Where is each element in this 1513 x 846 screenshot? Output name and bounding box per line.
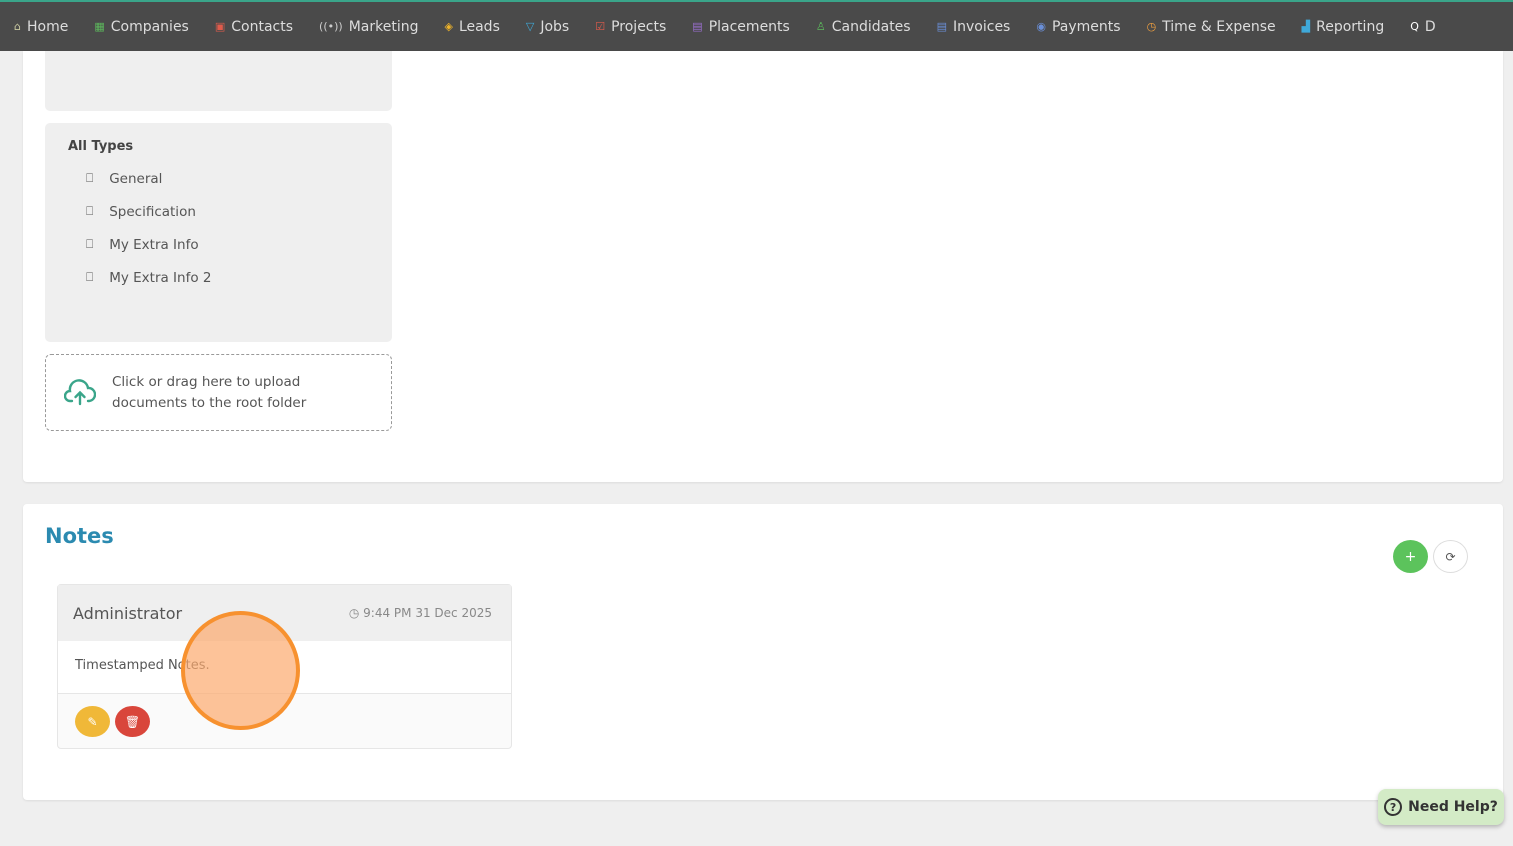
note-time-text: 9:44 PM 31 Dec 2025 <box>363 606 492 620</box>
nav-item-reporting[interactable]: ▟ Reporting <box>1302 19 1385 35</box>
nav-label: Invoices <box>953 18 1011 35</box>
nav-item-contacts[interactable]: ▣ Contacts <box>215 19 293 35</box>
clock-icon: ◷ <box>1146 20 1157 33</box>
documents-panel: All Types ⎕ General ⎕ Specification ⎕ My Extr… <box>23 51 1503 482</box>
nav-label: Companies <box>110 18 189 35</box>
pencil-icon: ✎ <box>87 714 98 729</box>
document-type-label: General <box>109 170 163 187</box>
nav-item-invoices[interactable]: ▤ Invoices <box>937 19 1011 35</box>
top-nav: ⌂ Home ▦ Companies ▣ Contacts ((•)) Marketing ◈ L… <box>0 0 1513 51</box>
coins-icon: ◉ <box>1036 20 1046 33</box>
notes-panel: Notes + ⟳ Administrator ◷ 9:44 PM 31 Dec… <box>23 504 1503 800</box>
nav-item-payments[interactable]: ◉ Payments <box>1036 19 1120 35</box>
nav-item-home[interactable]: ⌂ Home <box>14 19 68 35</box>
bar-chart-icon: ▟ <box>1301 20 1311 33</box>
document-type-label: My Extra Info <box>109 236 199 253</box>
document-type-item[interactable]: ⎕ My Extra Info <box>68 228 369 261</box>
need-help-button[interactable]: ? Need Help? <box>1378 789 1504 825</box>
upload-dropzone[interactable]: Click or drag here to upload documents t… <box>45 354 392 431</box>
trophy-icon: ▽ <box>525 20 535 33</box>
nav-label: Leads <box>458 18 500 35</box>
need-help-label: Need Help? <box>1408 799 1498 815</box>
trash-icon: 🗑 <box>124 714 141 729</box>
folder-icon: ⎕ <box>86 204 94 218</box>
folder-tree-panel <box>45 51 392 111</box>
nav-label: Placements <box>708 18 790 35</box>
cloud-upload-icon <box>64 378 96 405</box>
nav-label: Candidates <box>831 18 911 35</box>
nav-label: Time & Expense <box>1162 18 1276 35</box>
broadcast-icon: ((•)) <box>319 20 343 33</box>
nav-item-candidates[interactable]: ♙ Candidates <box>816 19 911 35</box>
nav-label: D <box>1424 18 1436 35</box>
document-type-label: Specification <box>109 203 196 220</box>
home-icon: ⌂ <box>14 20 21 33</box>
search-icon: Q <box>1410 20 1419 33</box>
contact-card-icon: ▣ <box>214 20 226 33</box>
nav-item-leads[interactable]: ◈ Leads <box>444 19 499 35</box>
delete-note-button[interactable]: 🗑 <box>115 706 150 737</box>
folder-icon: ⎕ <box>86 270 94 284</box>
note-text: Timestamped Notes. <box>58 641 511 694</box>
types-heading[interactable]: All Types <box>68 139 369 154</box>
folder-icon: ⎕ <box>86 171 94 185</box>
document-type-item[interactable]: ⎕ Specification <box>68 195 369 228</box>
nav-label: Contacts <box>231 18 294 35</box>
notes-title: Notes <box>45 524 114 548</box>
nav-label: Jobs <box>540 18 570 35</box>
refresh-notes-button[interactable]: ⟳ <box>1433 540 1468 573</box>
nav-item-companies[interactable]: ▦ Companies <box>94 19 189 35</box>
note-time: ◷ 9:44 PM 31 Dec 2025 <box>349 606 492 620</box>
nav-item-placements[interactable]: ▤ Placements <box>692 19 790 35</box>
document-type-item[interactable]: ⎕ My Extra Info 2 <box>68 261 369 294</box>
nav-item-jobs[interactable]: ▽ Jobs <box>526 19 569 35</box>
nav-label: Projects <box>611 18 667 35</box>
nav-item-marketing[interactable]: ((•)) Marketing <box>319 19 418 35</box>
add-note-button[interactable]: + <box>1393 540 1428 573</box>
upload-text: Click or drag here to upload documents t… <box>112 373 307 411</box>
note-author: Administrator <box>73 603 183 623</box>
checkbox-icon: ☑ <box>595 20 606 33</box>
question-icon: ? <box>1384 798 1403 816</box>
nav-item-time-expense[interactable]: ◷ Time & Expense <box>1147 19 1276 35</box>
document-icon: ▤ <box>936 20 947 33</box>
clock-icon: ◷ <box>348 606 364 620</box>
nav-label: Reporting <box>1316 18 1385 35</box>
building-icon: ▦ <box>94 20 105 33</box>
briefcase-icon: ▤ <box>692 20 703 33</box>
nav-label: Marketing <box>348 18 419 35</box>
nav-item-d[interactable]: QD <box>1410 19 1435 35</box>
document-types-panel: All Types ⎕ General ⎕ Specification ⎕ My Extr… <box>45 123 392 342</box>
nav-label: Home <box>26 18 69 35</box>
folder-icon: ⎕ <box>86 237 94 251</box>
nav-item-projects[interactable]: ☑ Projects <box>595 19 666 35</box>
document-type-item[interactable]: ⎕ General <box>68 162 369 195</box>
target-icon: ◈ <box>444 20 453 33</box>
users-icon: ♙ <box>815 20 826 33</box>
edit-note-button[interactable]: ✎ <box>75 706 110 737</box>
note-card: Administrator ◷ 9:44 PM 31 Dec 2025 Time… <box>57 584 512 749</box>
document-type-label: My Extra Info 2 <box>109 269 212 286</box>
nav-label: Payments <box>1051 18 1121 35</box>
